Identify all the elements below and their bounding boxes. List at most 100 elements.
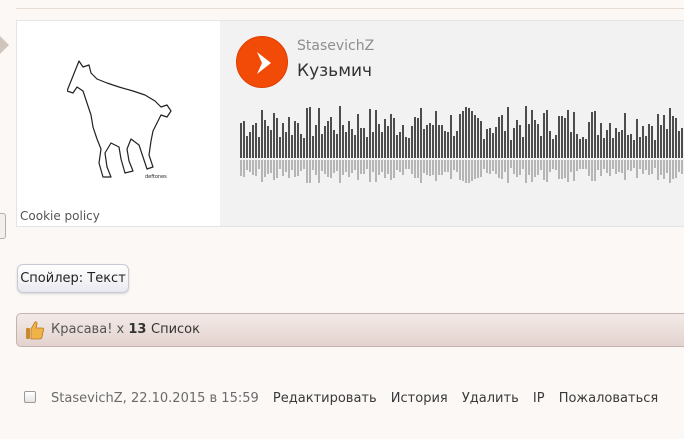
waveform-bar (294, 121, 296, 158)
waveform-bar (516, 120, 518, 158)
spoiler-button[interactable]: Спойлер: Текст (17, 264, 129, 293)
left-edge-control[interactable] (0, 213, 6, 239)
waveform-bar (576, 134, 578, 158)
waveform-reflection (675, 160, 677, 178)
select-post-checkbox[interactable] (24, 391, 36, 403)
likes-label: Красава! (51, 322, 113, 337)
waveform-bar (462, 111, 464, 158)
delete-link[interactable]: Удалить (462, 391, 519, 406)
waveform-reflection (645, 160, 647, 170)
waveform-bar (579, 139, 581, 158)
waveform-bar (543, 113, 545, 158)
waveform-reflection (276, 160, 278, 178)
waveform-bar (333, 130, 335, 158)
waveform-bar (669, 108, 671, 158)
waveform-reflection (666, 160, 668, 173)
waveform-bar (369, 109, 371, 158)
waveform-reflection (573, 160, 575, 181)
cookie-policy-link[interactable]: Cookie policy (17, 208, 104, 225)
waveform-reflection (672, 160, 674, 179)
history-link[interactable]: История (391, 391, 448, 406)
waveform-reflection (603, 160, 605, 169)
waveform-reflection (555, 160, 557, 170)
waveform-reflection (681, 160, 683, 174)
waveform-bar (381, 132, 383, 158)
waveform-reflection (417, 160, 419, 178)
thumbs-up-icon (26, 321, 44, 340)
waveform-reflection (315, 160, 317, 175)
waveform-reflection (552, 160, 554, 169)
waveform-reflection (510, 160, 512, 168)
waveform-bar (441, 125, 443, 158)
waveform-bar (648, 124, 650, 158)
report-link[interactable]: Пожаловаться (559, 391, 659, 406)
waveform-bar (603, 138, 605, 158)
waveform-reflection (252, 160, 254, 175)
waveform-reflection (507, 160, 509, 183)
waveform-reflection (546, 160, 548, 182)
waveform-reflection (549, 160, 551, 172)
track-artist[interactable]: StasevichZ (297, 38, 374, 54)
waveform-bar (342, 125, 344, 158)
waveform-reflection (372, 160, 374, 172)
waveform-bar (438, 125, 440, 158)
likes-times: x (116, 322, 125, 337)
ip-link[interactable]: IP (533, 391, 545, 406)
waveform[interactable] (240, 100, 684, 186)
waveform-reflection (558, 160, 560, 179)
waveform-reflection (669, 160, 671, 183)
waveform-reflection (321, 160, 323, 171)
waveform-bar (477, 118, 479, 158)
waveform-bar (672, 116, 674, 158)
waveform-bar (675, 118, 677, 158)
waveform-reflection (300, 160, 302, 171)
waveform-bar (456, 131, 458, 158)
waveform-reflection (438, 160, 440, 175)
waveform-reflection (411, 160, 413, 174)
play-button[interactable] (236, 36, 288, 88)
waveform-bar (423, 129, 425, 158)
waveform-bar (633, 140, 635, 158)
waveform-bar (618, 132, 620, 158)
waveform-bar (453, 136, 455, 158)
waveform-bar (357, 114, 359, 158)
waveform-bar (492, 133, 494, 158)
likes-list-link[interactable]: Список (151, 322, 200, 337)
waveform-reflection (348, 160, 350, 177)
waveform-reflection (621, 160, 623, 173)
waveform-reflection (534, 160, 536, 177)
waveform-bar (378, 124, 380, 158)
waveform-bar (387, 126, 389, 158)
waveform-bar (489, 128, 491, 158)
waveform-reflection (456, 160, 458, 172)
waveform-reflection (651, 160, 653, 174)
waveform-reflection (288, 160, 290, 178)
track-title[interactable]: Кузьмич (297, 61, 372, 81)
waveform-reflection (366, 160, 368, 169)
edit-link[interactable]: Редактировать (273, 391, 377, 406)
waveform-bar (363, 128, 365, 158)
waveform-reflection (522, 160, 524, 169)
waveform-bar (324, 126, 326, 158)
waveform-bar (276, 118, 278, 158)
waveform-reflection (378, 160, 380, 175)
waveform-bar (345, 132, 347, 158)
waveform-bar (411, 126, 413, 158)
waveform-reflection (495, 160, 497, 174)
waveform-bar (660, 125, 662, 158)
post-author-date[interactable]: StasevichZ, 22.10.2015 в 15:59 (51, 391, 259, 406)
waveform-reflection (453, 160, 455, 170)
waveform-reflection (519, 160, 521, 175)
waveform-reflection (441, 160, 443, 175)
waveform-bar (246, 136, 248, 158)
waveform-bar (531, 110, 533, 158)
waveform-reflection (627, 160, 629, 170)
waveform-reflection (585, 160, 587, 169)
likes-summary: Красава! x 13 (51, 322, 146, 337)
waveform-bar (498, 117, 500, 158)
waveform-bar (414, 117, 416, 158)
waveform-bar (261, 110, 263, 158)
waveform-reflection (480, 160, 482, 177)
waveform-bar (486, 129, 488, 158)
waveform-bar (300, 134, 302, 158)
